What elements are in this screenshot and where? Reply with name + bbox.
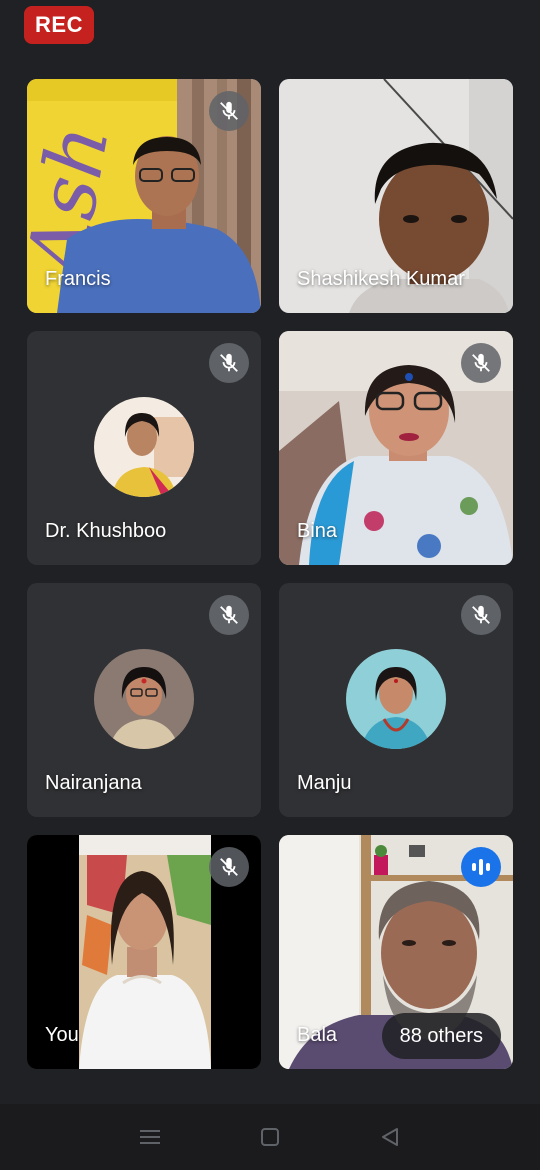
mic-off-icon [209, 343, 249, 383]
recording-badge: REC [24, 6, 94, 44]
mic-off-icon [461, 343, 501, 383]
participant-tile-francis[interactable]: Ash Francis [27, 79, 261, 313]
participant-grid: Ash Francis Shashikesh Kumar Dr. Khushbo… [27, 79, 513, 1069]
mic-off-icon [209, 91, 249, 131]
avatar [94, 649, 194, 749]
participant-name: Bina [297, 520, 338, 542]
avatar [346, 649, 446, 749]
mic-off-icon [461, 595, 501, 635]
home-square-icon[interactable] [255, 1122, 285, 1152]
participant-name: You [45, 1024, 79, 1046]
participant-name: Manju [297, 772, 352, 794]
system-nav-bar [0, 1104, 540, 1170]
mic-off-icon [209, 595, 249, 635]
back-triangle-icon[interactable] [375, 1122, 405, 1152]
participant-name: Francis [45, 268, 111, 290]
avatar [94, 397, 194, 497]
participant-name: Dr. Khushboo [45, 520, 167, 542]
others-count-button[interactable]: 88 others [381, 1013, 501, 1059]
mic-off-icon [209, 847, 249, 887]
participant-tile-nairanjana[interactable]: Nairanjana [27, 583, 261, 817]
participant-name: Shashikesh Kumar [297, 268, 465, 290]
participant-tile-dr-khushboo[interactable]: Dr. Khushboo [27, 331, 261, 565]
menu-icon[interactable] [135, 1122, 165, 1152]
participant-tile-bina[interactable]: Bina [279, 331, 513, 565]
participant-tile-manju[interactable]: Manju [279, 583, 513, 817]
participant-tile-you[interactable]: You [27, 835, 261, 1069]
audio-wave-icon [461, 847, 501, 887]
participant-name: Nairanjana [45, 772, 142, 794]
participant-tile-bala[interactable]: Bala 88 others [279, 835, 513, 1069]
participant-tile-shashikesh-kumar[interactable]: Shashikesh Kumar [279, 79, 513, 313]
participant-name: Bala [297, 1024, 338, 1046]
